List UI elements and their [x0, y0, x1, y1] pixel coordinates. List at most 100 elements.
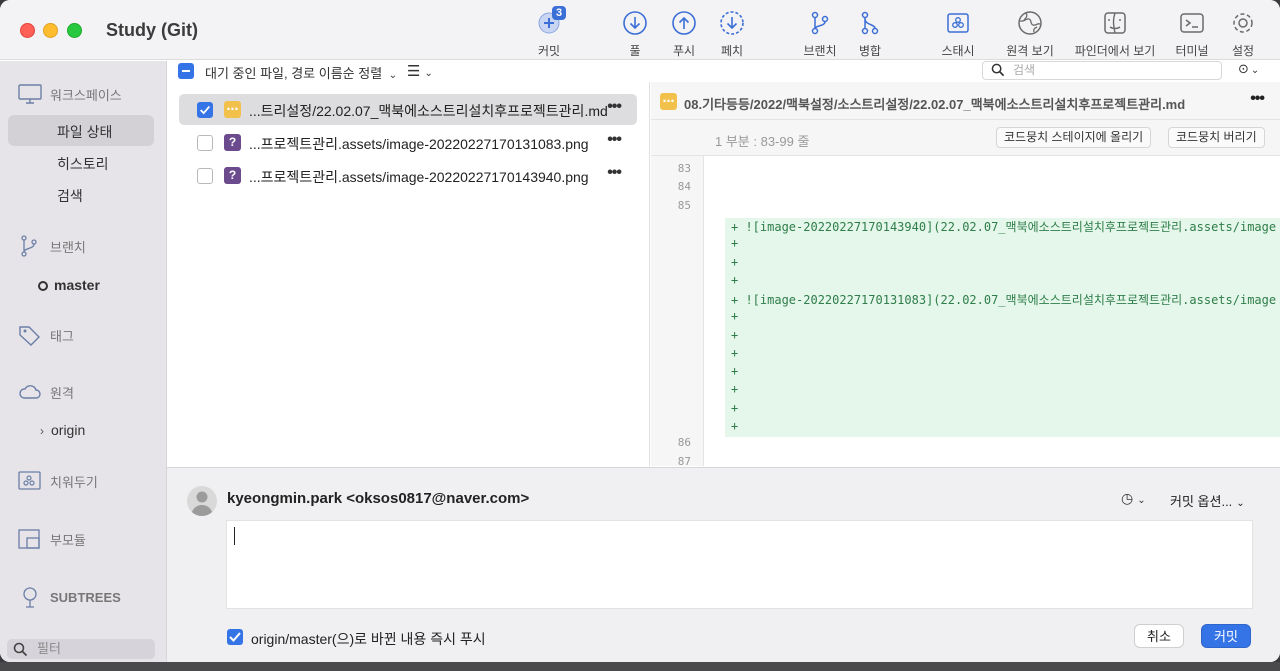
commit-tool-button[interactable]: 3 커밋	[531, 6, 567, 59]
stage-hunk-button[interactable]: 코드뭉치 스테이지에 올리기	[996, 127, 1152, 148]
sidebar-section-label: 워크스페이스	[50, 87, 122, 103]
view-options-button[interactable]: ⊙ ⌄	[1238, 61, 1259, 77]
hunk-header: 1 부분 : 83-99 줄 코드뭉치 스테이지에 올리기 코드뭉치 버리기	[651, 120, 1280, 156]
file-name: ...프로젝트관리.assets/image-20220227170131083…	[249, 136, 589, 152]
terminal-tool-label: 터미널	[1175, 44, 1209, 58]
push-icon	[671, 10, 697, 36]
terminal-tool-button[interactable]: 터미널	[1172, 10, 1212, 59]
pull-tool-button[interactable]: 풀	[620, 10, 650, 59]
close-window-button[interactable]	[20, 23, 35, 38]
desktop-background	[0, 662, 1280, 671]
sidebar-item-remote-origin[interactable]: › origin	[40, 422, 85, 438]
added-line: +	[731, 419, 739, 433]
search-field[interactable]: 검색	[982, 61, 1222, 80]
push-immediately-label: origin/master(으)로 바뀐 내용 즉시 푸시	[251, 631, 486, 647]
added-line: +	[731, 346, 739, 360]
sidebar-section-label: 부모듈	[50, 532, 86, 548]
chevron-down-icon: ⌄	[424, 68, 433, 79]
current-branch-dot-icon	[38, 281, 48, 291]
sidebar-section-label: 원격	[50, 385, 74, 401]
fetch-tool-button[interactable]: 페치	[717, 10, 747, 59]
more-actions-icon[interactable]: •••	[607, 98, 622, 116]
terminal-icon	[1179, 10, 1205, 36]
commit-button[interactable]: 커밋	[1201, 624, 1251, 648]
stash-icon	[18, 470, 42, 492]
file-row[interactable]: ⋯ ...트리설정/22.02.07_맥북에소스트리설치후프로젝트관리.md •…	[179, 94, 637, 125]
cloud-icon	[18, 381, 42, 403]
sidebar-item-file-status[interactable]: 파일 상태	[57, 122, 112, 142]
window-title: Study (Git)	[106, 20, 198, 40]
select-all-checkbox[interactable]	[178, 63, 194, 79]
sidebar-section-stashes[interactable]: 치워두기	[18, 470, 98, 492]
stash-tool-button[interactable]: 스태시	[937, 10, 979, 59]
more-actions-icon[interactable]: •••	[1250, 90, 1265, 108]
file-stage-checkbox[interactable]	[197, 102, 213, 118]
file-row[interactable]: ? ...프로젝트관리.assets/image-202202271701310…	[179, 127, 637, 158]
file-row[interactable]: ? ...프로젝트관리.assets/image-202202271701439…	[179, 160, 637, 191]
sidebar-item-branch-master[interactable]: master	[38, 277, 100, 293]
line-number: 86	[677, 436, 691, 449]
file-stage-checkbox[interactable]	[197, 168, 213, 184]
sort-dropdown[interactable]: 대기 중인 파일, 경로 이름순 정렬 ⌄	[205, 63, 397, 82]
added-lines-block	[725, 218, 1280, 437]
added-line: +	[731, 328, 739, 342]
added-line: +	[731, 382, 739, 396]
minimize-window-button[interactable]	[43, 23, 58, 38]
sidebar-filter-input[interactable]: 필터	[7, 639, 155, 659]
branch-icon	[18, 235, 42, 257]
file-name: ...프로젝트관리.assets/image-20220227170143940…	[249, 169, 589, 185]
chevron-down-icon: ⌄	[1137, 495, 1146, 506]
text-caret	[234, 527, 235, 545]
chevron-down-icon: ⌄	[1236, 498, 1245, 509]
sidebar-section-remotes[interactable]: 원격	[18, 381, 74, 403]
sidebar: 워크스페이스 파일 상태 히스토리 검색 브랜치 master 태그 원격 › …	[0, 61, 167, 662]
stash-tool-label: 스태시	[941, 44, 975, 58]
sidebar-item-search[interactable]: 검색	[57, 186, 83, 206]
more-actions-icon[interactable]: •••	[607, 131, 622, 149]
filter-placeholder: 필터	[37, 641, 61, 656]
chevron-right-icon[interactable]: ›	[40, 424, 44, 438]
added-line: +	[731, 309, 739, 323]
sidebar-section-branches[interactable]: 브랜치	[18, 235, 86, 257]
list-view-toggle[interactable]: ☰ ⌄	[407, 62, 433, 80]
show-in-finder-tool-button[interactable]: 파인더에서 보기	[1070, 10, 1160, 59]
commit-history-dropdown[interactable]: ◷ ⌄	[1121, 490, 1146, 507]
stash-icon	[945, 10, 971, 36]
branch-name: master	[54, 277, 100, 293]
commit-count-badge: 3	[552, 6, 567, 20]
sidebar-section-label: 태그	[50, 328, 74, 344]
push-immediately-checkbox[interactable]	[227, 629, 243, 645]
added-line: +	[731, 273, 739, 287]
clock-icon: ◷	[1121, 490, 1134, 506]
commit-options-dropdown[interactable]: 커밋 옵션... ⌄	[1170, 491, 1245, 510]
monitor-icon	[18, 83, 42, 105]
gear-icon	[1230, 10, 1256, 36]
staged-file-list: ⋯ ...트리설정/22.02.07_맥북에소스트리설치후프로젝트관리.md •…	[167, 82, 650, 466]
zoom-window-button[interactable]	[67, 23, 82, 38]
merge-tool-button[interactable]: 병합	[855, 10, 885, 59]
cancel-button[interactable]: 취소	[1134, 624, 1184, 648]
settings-tool-button[interactable]: 설정	[1228, 10, 1258, 59]
remote-view-tool-button[interactable]: 원격 보기	[1002, 10, 1058, 59]
sort-label: 대기 중인 파일, 경로 이름순 정렬	[205, 66, 383, 81]
remote-view-tool-label: 원격 보기	[1006, 44, 1054, 58]
sidebar-section-subtrees[interactable]: SUBTREES	[18, 586, 121, 608]
settings-tool-label: 설정	[1231, 44, 1255, 58]
commit-message-input[interactable]	[226, 520, 1253, 609]
file-stage-checkbox[interactable]	[197, 135, 213, 151]
sidebar-section-tags[interactable]: 태그	[18, 324, 74, 346]
discard-hunk-button[interactable]: 코드뭉치 버리기	[1168, 127, 1265, 148]
toolbar: Study (Git) 3 커밋 풀 푸시 페치 브랜치 병합 스태시 원격 보…	[0, 0, 1280, 60]
sidebar-section-workspace[interactable]: 워크스페이스	[18, 83, 122, 105]
line-number: 83	[677, 162, 691, 175]
sidebar-section-submodules[interactable]: 부모듈	[18, 528, 86, 550]
modified-file-icon: ⋯	[224, 101, 241, 118]
list-icon: ☰	[407, 63, 421, 80]
sidebar-item-history[interactable]: 히스토리	[57, 154, 109, 174]
more-actions-icon[interactable]: •••	[607, 164, 622, 182]
branch-tool-button[interactable]: 브랜치	[799, 10, 841, 59]
push-tool-button[interactable]: 푸시	[669, 10, 699, 59]
diff-pane: ⋯ 08.기타등등/2022/맥북설정/소스트리설정/22.02.07_맥북에소…	[651, 82, 1280, 468]
tree-icon	[18, 586, 42, 608]
merge-icon	[857, 10, 883, 36]
